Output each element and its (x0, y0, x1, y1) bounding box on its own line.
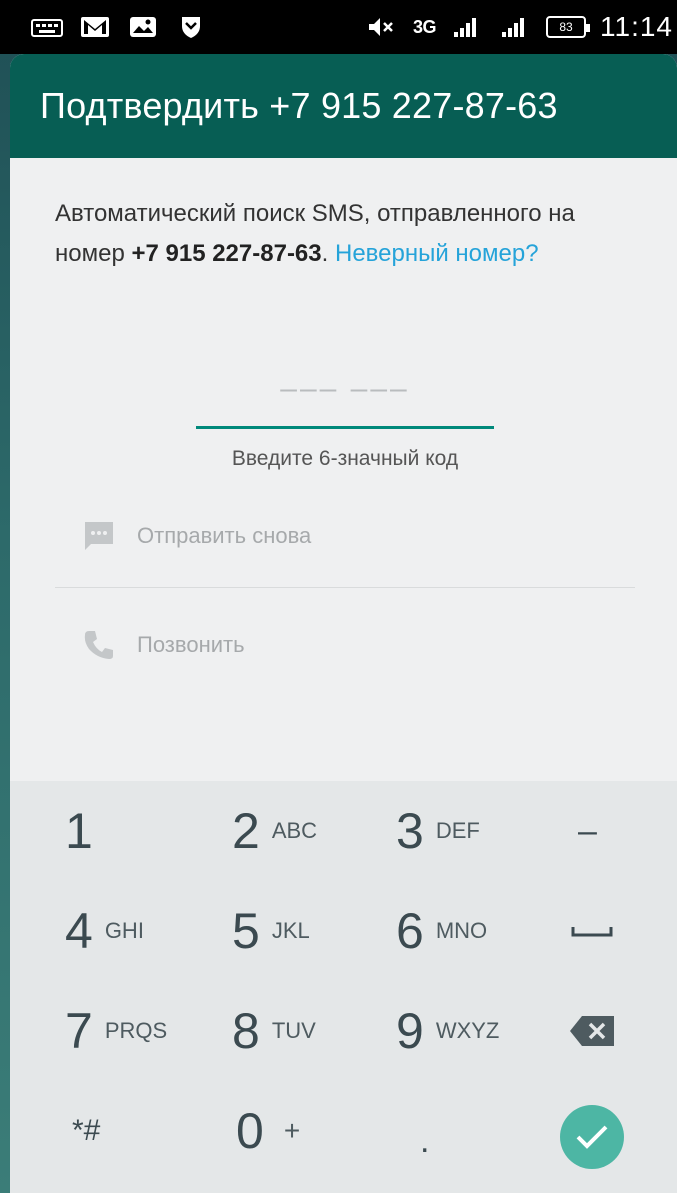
call-label: Позвонить (137, 632, 245, 657)
key-9[interactable]: 9 WXYZ (396, 981, 499, 1081)
check-icon (576, 1125, 608, 1149)
key-letters: DEF (435, 818, 480, 843)
key-backspace[interactable] (568, 981, 616, 1081)
status-time: 11:14 (600, 11, 673, 42)
numeric-keypad: 1 2 ABC 3 DEF – 4 GHI 5 JKL 6 MNO 7 PRQS… (10, 781, 677, 1193)
code-input-underline (196, 426, 494, 429)
battery-icon: 83 (546, 16, 590, 38)
phone-number: +7 915 227-87-63 (131, 240, 322, 267)
wrong-number-link[interactable]: Неверный номер? (335, 240, 539, 267)
key-digit: *# (72, 1114, 101, 1147)
backspace-icon (570, 1016, 614, 1046)
key-6[interactable]: 6 MNO (396, 881, 487, 981)
key-digit: 9 (396, 1003, 424, 1059)
key-1[interactable]: 1 (65, 781, 93, 881)
status-bar: 3G 83 11:14 (0, 0, 677, 54)
mute-icon (368, 18, 393, 36)
key-digit: 6 (396, 903, 424, 959)
shield-icon (182, 17, 200, 38)
key-4[interactable]: 4 GHI (65, 881, 144, 981)
key-0[interactable]: 0 + (236, 1081, 300, 1181)
key-letters: GHI (104, 918, 144, 943)
page-title: Подтвердить +7 915 227-87-63 (40, 85, 558, 126)
key-digit: 5 (232, 903, 260, 959)
status-bar-left (30, 14, 208, 40)
key-8[interactable]: 8 TUV (232, 981, 316, 1081)
network-type-label: 3G (412, 16, 437, 37)
call-me-button[interactable]: Позвонить (55, 617, 635, 673)
minus-symbol: – (578, 811, 597, 850)
key-minus[interactable]: – (578, 781, 597, 881)
key-2[interactable]: 2 ABC (232, 781, 317, 881)
sms-description: Автоматический поиск SMS, отправленного … (55, 194, 645, 274)
key-letters: WXYZ (435, 1018, 500, 1043)
app-bar: Подтвердить +7 915 227-87-63 (10, 54, 677, 158)
space-icon (571, 927, 613, 937)
key-dot[interactable]: . (420, 1091, 429, 1191)
resend-label: Отправить снова (137, 523, 312, 548)
resend-sms-button[interactable]: Отправить снова (55, 508, 635, 564)
key-digit: 2 (232, 803, 260, 859)
key-digit: 1 (65, 803, 93, 859)
done-button[interactable] (560, 1105, 624, 1169)
key-5[interactable]: 5 JKL (232, 881, 310, 981)
code-input-area: ––– ––– Введите 6-значный код (196, 366, 494, 471)
key-letters: ABC (271, 818, 318, 843)
divider (55, 587, 635, 588)
code-hint: Введите 6-значный код (231, 447, 459, 470)
status-bar-right: 3G 83 11:14 (365, 11, 673, 43)
gmail-icon (81, 17, 109, 37)
code-input[interactable]: ––– ––– (196, 366, 494, 412)
key-digit: 7 (65, 1003, 93, 1059)
key-digit: 4 (65, 903, 93, 959)
key-digit: 0 (236, 1103, 264, 1159)
key-space[interactable] (570, 881, 614, 981)
message-icon (85, 522, 113, 550)
verify-screen: Подтвердить +7 915 227-87-63 Автоматичес… (10, 54, 677, 1193)
phone-icon (84, 631, 113, 659)
key-star-hash[interactable]: *# (72, 1081, 100, 1181)
keyboard-icon (31, 19, 63, 37)
key-letters: TUV (271, 1018, 316, 1043)
key-letters: MNO (435, 918, 488, 943)
key-letters: + (283, 1115, 301, 1146)
key-letters: PRQS (104, 1018, 168, 1043)
battery-level: 83 (559, 20, 573, 34)
signal-icon (454, 18, 476, 37)
key-7[interactable]: 7 PRQS (65, 981, 167, 1081)
description-text-after: . (321, 240, 335, 267)
key-digit: 3 (396, 803, 424, 859)
key-letters: JKL (271, 918, 310, 943)
gallery-icon (130, 17, 156, 37)
key-3[interactable]: 3 DEF (396, 781, 480, 881)
key-digit: . (420, 1121, 430, 1160)
key-digit: 8 (232, 1003, 260, 1059)
signal-icon-2 (502, 18, 524, 37)
